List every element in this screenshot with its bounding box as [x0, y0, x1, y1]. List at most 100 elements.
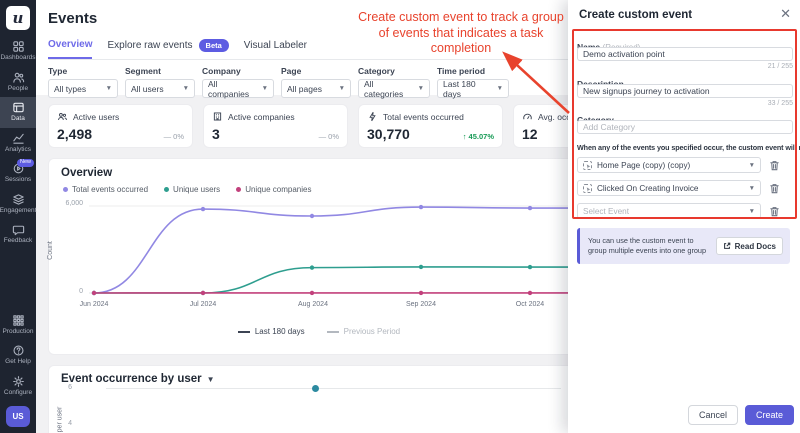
filter-label: Time period	[437, 66, 486, 76]
trash-icon[interactable]	[768, 205, 781, 218]
filter-segment-select[interactable]: All users ▼	[125, 79, 195, 98]
filter-value: All users	[131, 83, 164, 94]
filter-label: Company	[202, 66, 241, 76]
x-tick: Jun 2024	[79, 301, 109, 308]
event-occurrence-card: Event occurrence by user ▼ 6 4 per user	[48, 365, 608, 433]
close-icon[interactable]: ✕	[780, 6, 791, 22]
legend-dot	[63, 187, 68, 192]
create-button[interactable]: Create	[744, 405, 794, 425]
feedback-icon	[12, 225, 24, 236]
chevron-down-icon: ▼	[496, 85, 503, 92]
sidebar-item-label: Sessions	[4, 176, 32, 183]
panel-title: Create custom event	[579, 9, 693, 21]
event-occurrence-title[interactable]: Event occurrence by user ▼	[61, 373, 215, 385]
trash-icon[interactable]	[768, 159, 781, 172]
y-axis-label: Count	[46, 241, 54, 260]
new-badge: New	[16, 159, 34, 167]
description-char-counter: 33 / 255	[767, 100, 793, 107]
filter-label: Segment	[125, 66, 161, 76]
description-input[interactable]	[577, 84, 793, 98]
event-select-1[interactable]: Home Page (copy) (copy) ▼	[577, 157, 761, 173]
legend-dot	[236, 187, 242, 192]
data-point	[312, 385, 319, 392]
stat-label: Active companies	[228, 111, 295, 122]
name-input[interactable]	[577, 47, 793, 61]
filter-time-period-select[interactable]: Last 180 days ▼	[437, 79, 509, 99]
stat-label: Active users	[73, 111, 120, 122]
stat-value: 2,498	[57, 126, 93, 142]
cancel-button[interactable]: Cancel	[687, 405, 738, 425]
filter-value: All categories	[364, 78, 404, 99]
sidebar-item-production[interactable]: Production	[0, 310, 36, 341]
tab-label: Overview	[48, 39, 93, 50]
y-axis-label: per user	[56, 406, 64, 433]
sidebar-item-feedback[interactable]: Feedback	[0, 219, 36, 250]
legend-label: Unique companies	[245, 185, 312, 194]
user-avatar[interactable]: US	[6, 406, 30, 427]
filter-category-select[interactable]: All categories ▼	[358, 78, 430, 99]
filter-type-select[interactable]: All types ▼	[48, 79, 118, 98]
sidebar-item-people[interactable]: People	[0, 67, 36, 98]
app-logo[interactable]: u	[6, 6, 30, 30]
event-name: Home Page (copy) (copy)	[597, 160, 691, 170]
sidebar-item-label: Feedback	[3, 237, 33, 244]
category-input[interactable]	[577, 120, 793, 134]
stat-card-total-events: Total events occurred 30,770 ↑ 45.07%	[358, 104, 503, 148]
filter-value: All pages	[287, 83, 322, 94]
labeled-event-icon	[583, 160, 592, 170]
legend-item: Unique companies	[236, 185, 311, 194]
filter-value: All types	[54, 83, 87, 94]
name-char-counter: 21 / 255	[767, 63, 793, 70]
sidebar-item-label: Configure	[3, 388, 33, 396]
stat-card-active-users: Active users 2,498 — 0%	[48, 104, 193, 148]
stat-value: 12	[522, 126, 538, 142]
sidebar-item-get-help[interactable]: Get Help	[0, 340, 36, 371]
sidebar-item-configure[interactable]: Configure	[0, 371, 36, 402]
dashboards-icon	[12, 41, 24, 52]
chevron-down-icon: ▼	[206, 374, 215, 384]
sidebar-item-label: Analytics	[4, 145, 31, 153]
trash-icon[interactable]	[768, 182, 781, 195]
sidebar-item-label: Production	[2, 327, 34, 335]
sidebar-item-sessions[interactable]: New Sessions	[0, 158, 36, 189]
event-select-3[interactable]: Select Event ▼	[577, 203, 761, 219]
external-link-icon	[723, 242, 730, 249]
sidebar-item-label: Get Help	[5, 358, 31, 365]
sidebar-item-analytics[interactable]: Analytics	[0, 128, 36, 159]
production-icon	[12, 314, 24, 326]
stat-card-active-companies: Active companies 3 — 0%	[203, 104, 348, 148]
building-icon	[213, 112, 222, 121]
footer-legend-previous[interactable]: Previous Period	[326, 327, 400, 336]
chevron-down-icon: ▼	[748, 161, 755, 169]
tab-explore-raw-events[interactable]: Explore raw events Beta	[107, 39, 229, 59]
x-tick: Aug 2024	[298, 301, 328, 308]
chevron-down-icon: ▼	[105, 85, 112, 92]
filter-company-select[interactable]: All companies ▼	[202, 78, 274, 99]
sidebar-item-dashboards[interactable]: Dashboards	[0, 36, 36, 67]
x-tick: Sep 2024	[406, 301, 436, 308]
filter-value: All companies	[208, 78, 250, 99]
gear-icon	[12, 375, 24, 387]
sidebar-item-engagement[interactable]: Engagement	[0, 189, 36, 220]
tab-overview[interactable]: Overview	[48, 39, 93, 59]
users-icon	[58, 113, 67, 121]
tab-label: Explore raw events	[107, 40, 193, 51]
tab-visual-labeler[interactable]: Visual Labeler	[244, 40, 307, 58]
chevron-down-icon: ▼	[182, 85, 189, 92]
filter-label: Category	[358, 66, 395, 76]
read-docs-button[interactable]: Read Docs	[715, 237, 783, 255]
gridline	[106, 388, 561, 389]
filter-page-select[interactable]: All pages ▼	[281, 79, 351, 98]
footer-legend-current[interactable]: Last 180 days	[237, 327, 305, 336]
beta-badge: Beta	[198, 39, 229, 52]
legend-label: Total events occurred	[72, 185, 149, 194]
chevron-down-icon: ▼	[261, 85, 268, 92]
x-tick: Oct 2024	[515, 301, 545, 308]
x-tick: Jul 2024	[189, 301, 217, 308]
event-select-2[interactable]: Clicked On Creating Invoice ▼	[577, 180, 761, 196]
chevron-down-icon: ▼	[748, 184, 755, 192]
chart-legend: Total events occurred Unique users Uniqu…	[63, 185, 311, 194]
sidebar-item-data[interactable]: Data	[0, 97, 36, 128]
people-icon	[12, 72, 24, 83]
chart-title: Overview	[61, 167, 113, 179]
